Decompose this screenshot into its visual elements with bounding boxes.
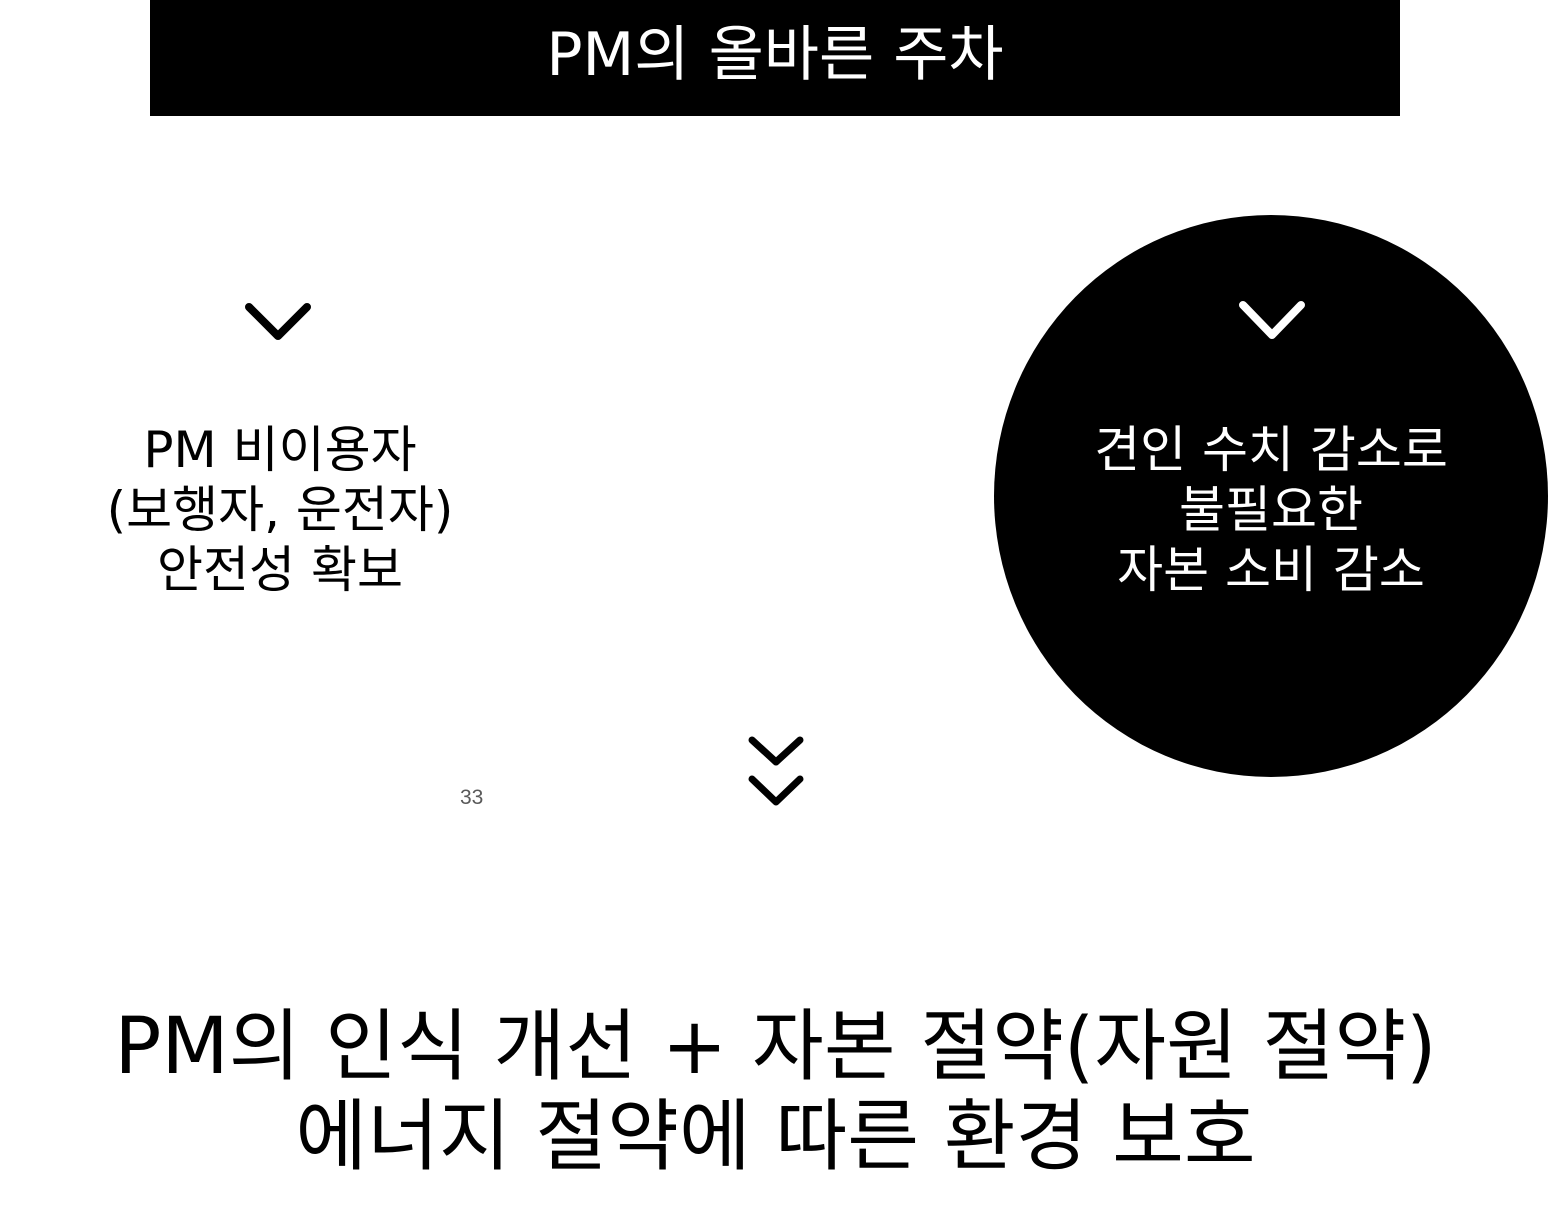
slide-title: PM의 올바른 주차 [546, 20, 1004, 90]
conclusion-text: PM의 인식 개선 + 자본 절약(자원 절약) 에너지 절약에 따른 환경 보… [0, 1002, 1551, 1182]
double-chevron-down-icon [748, 736, 804, 806]
left-item-text: PM 비이용자 (보행자, 운전자) 안전성 확보 [60, 420, 500, 600]
title-bar: PM의 올바른 주차 [150, 0, 1400, 116]
chevron-down-icon [1239, 301, 1305, 339]
page-number: 33 [460, 786, 484, 809]
conclusion-line: 에너지 절약에 따른 환경 보호 [295, 1092, 1256, 1182]
circle-item-line: 불필요한 [1179, 481, 1363, 539]
chevron-down-icon [245, 303, 311, 340]
conclusion-line: PM의 인식 개선 + 자본 절약(자원 절약) [114, 1002, 1437, 1092]
left-item-line: 안전성 확보 [157, 541, 403, 599]
circle-item-line: 자본 소비 감소 [1117, 541, 1425, 599]
left-item-line: (보행자, 운전자) [106, 481, 454, 539]
circle-item-line: 견인 수치 감소로 [1094, 421, 1448, 479]
circle-item-text: 견인 수치 감소로 불필요한 자본 소비 감소 [994, 420, 1548, 600]
left-item-line: PM 비이용자 [143, 421, 417, 479]
